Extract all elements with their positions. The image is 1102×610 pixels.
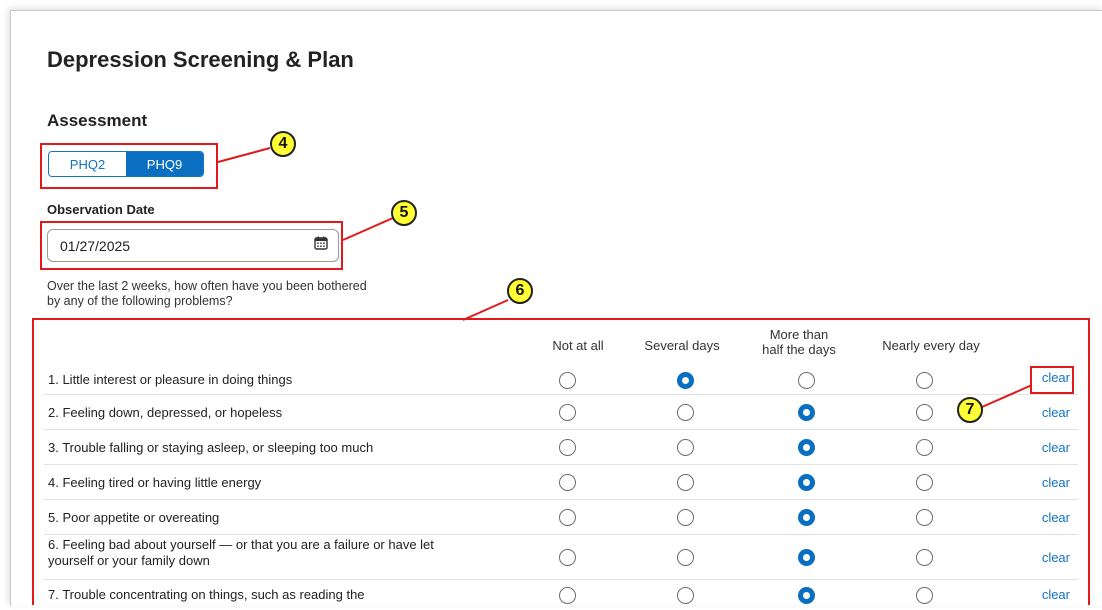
annotation-box-4 — [40, 143, 218, 189]
phq-question-prompt: Over the last 2 weeks, how often have yo… — [47, 279, 367, 308]
page-title: Depression Screening & Plan — [47, 47, 354, 72]
section-title-assessment: Assessment — [47, 111, 148, 130]
annotation-badge-7: 7 — [957, 397, 983, 423]
observation-date-label: Observation Date — [47, 202, 155, 217]
annotation-box-6 — [32, 318, 1090, 605]
annotation-box-5 — [40, 221, 343, 270]
annotation-badge-5: 5 — [391, 200, 417, 226]
annotation-badge-6: 6 — [507, 278, 533, 304]
annotation-box-7 — [1030, 366, 1074, 394]
annotation-badge-4: 4 — [270, 131, 296, 157]
